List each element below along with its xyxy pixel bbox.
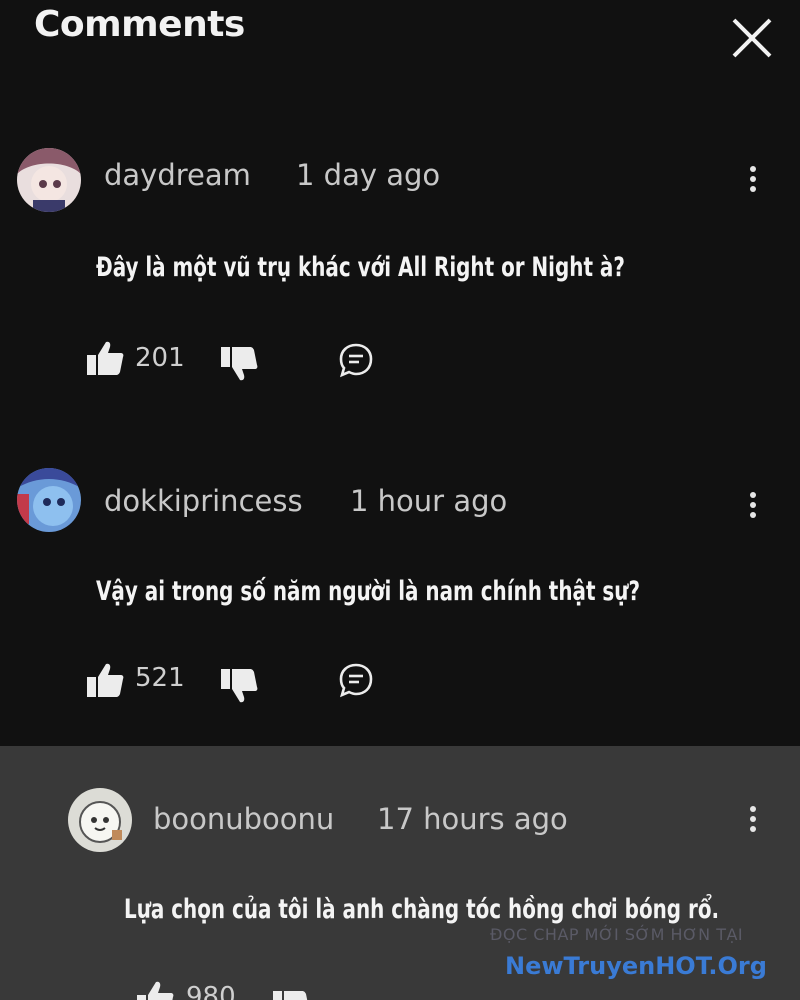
more-dot [750, 492, 756, 498]
speech-bubble-icon [339, 343, 373, 378]
more-dot [750, 816, 756, 822]
comment-text: Đây là một vũ trụ khác với All Right or … [96, 252, 625, 283]
more-options-button[interactable] [743, 488, 763, 528]
user-avatar-image [68, 788, 132, 852]
avatar[interactable] [68, 788, 132, 852]
close-icon [732, 18, 772, 58]
thumbs-down-icon [273, 991, 308, 1000]
user-avatar-image [17, 468, 81, 532]
timestamp: 1 hour ago [350, 484, 508, 518]
dislike-button[interactable] [220, 668, 258, 708]
more-options-button[interactable] [743, 162, 763, 202]
like-button[interactable] [136, 980, 174, 1000]
thumbs-up-icon [137, 981, 174, 1000]
more-dot [750, 512, 756, 518]
comment-text: Vậy ai trong số năm người là nam chính t… [96, 576, 641, 607]
comments-header: Comments [0, 0, 800, 60]
close-button[interactable] [728, 14, 776, 62]
more-dot [750, 186, 756, 192]
avatar[interactable] [17, 148, 81, 212]
more-dot [750, 176, 756, 182]
thumbs-up-icon [87, 663, 124, 697]
dislike-button[interactable] [272, 990, 310, 1000]
page-title: Comments [34, 4, 245, 45]
thumbs-down-icon [221, 669, 258, 703]
comment-item: daydream 1 day ago Đây là một vũ trụ khá… [0, 140, 800, 410]
username[interactable]: boonuboonu [153, 802, 334, 836]
username[interactable]: dokkiprincess [104, 484, 303, 518]
comment-item: dokkiprincess 1 hour ago Vậy ai trong số… [0, 466, 800, 746]
reply-button[interactable] [338, 342, 374, 382]
username[interactable]: daydream [104, 158, 251, 192]
like-button[interactable] [86, 340, 124, 380]
watermark-line-1: ĐỌC CHAP MỚI SỚM HƠN TẠI [490, 925, 744, 944]
dislike-button[interactable] [220, 346, 258, 386]
comment-text: Lựa chọn của tôi là anh chàng tóc hồng c… [124, 894, 720, 925]
more-dot [750, 826, 756, 832]
reply-button[interactable] [338, 662, 374, 702]
timestamp: 1 day ago [296, 158, 441, 192]
timestamp: 17 hours ago [377, 802, 568, 836]
like-count: 201 [135, 343, 185, 373]
like-count: 980 [186, 982, 236, 1000]
thumbs-down-icon [221, 347, 258, 381]
like-button[interactable] [86, 662, 124, 702]
more-dot [750, 806, 756, 812]
user-avatar-image [17, 148, 81, 212]
speech-bubble-icon [339, 663, 373, 698]
like-count: 521 [135, 663, 185, 693]
comments-panel: Comments daydream 1 day ago Đây là một v… [0, 0, 800, 1000]
more-dot [750, 166, 756, 172]
more-dot [750, 502, 756, 508]
watermark-line-2: NewTruyenHOT.Org [505, 952, 767, 980]
avatar[interactable] [17, 468, 81, 532]
more-options-button[interactable] [743, 802, 763, 842]
thumbs-up-icon [87, 341, 124, 375]
